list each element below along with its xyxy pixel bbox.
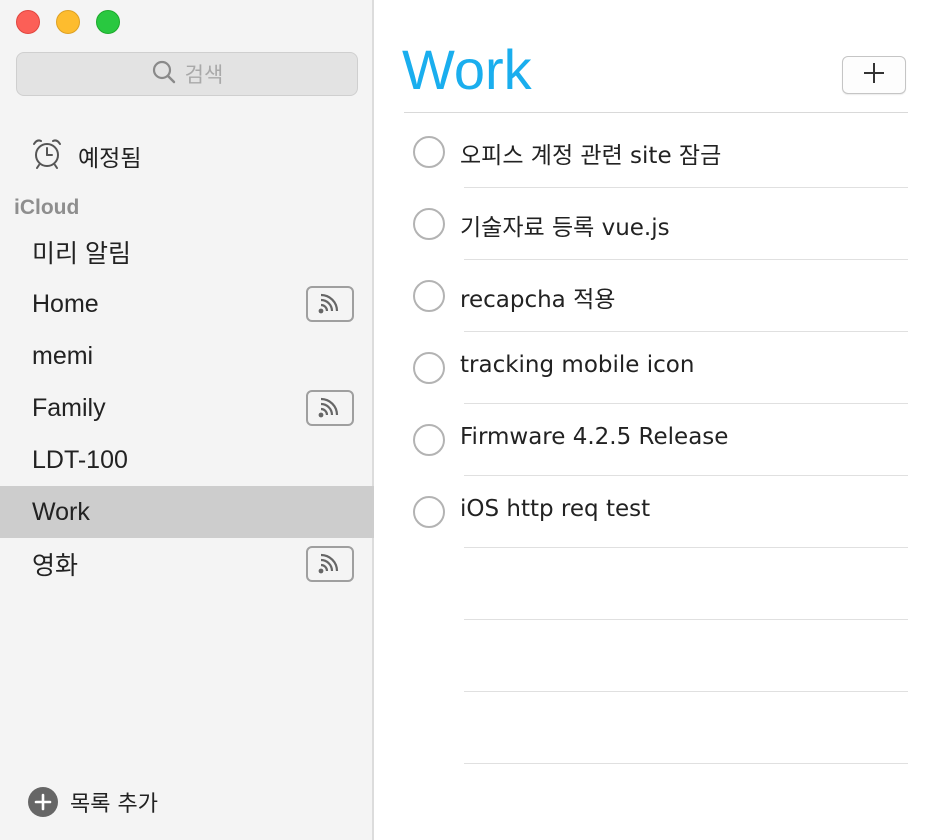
reminder-list: 오피스 계정 관련 site 잠금 기술자료 등록 vue.js recapch… — [376, 116, 936, 764]
reminder-item[interactable]: Firmware 4.2.5 Release — [376, 404, 936, 476]
reminder-lists: 미리 알림 Home memi Family LDT-100 Work 영화 — [0, 226, 374, 590]
sidebar-item-family[interactable]: Family — [0, 382, 374, 434]
shared-list-icon[interactable] — [306, 546, 354, 582]
sidebar-item-label: Work — [32, 497, 90, 526]
complete-checkbox[interactable] — [413, 208, 445, 240]
plus-icon — [863, 62, 885, 89]
plus-circle-icon — [28, 787, 58, 817]
complete-checkbox[interactable] — [413, 280, 445, 312]
maximize-window-button[interactable] — [96, 10, 120, 34]
reminder-text[interactable]: 오피스 계정 관련 site 잠금 — [460, 136, 721, 170]
sidebar-item-label: 영화 — [32, 552, 79, 580]
search-icon — [151, 59, 177, 90]
sidebar: 검색 예정됨 iCloud 미리 알림 Home memi Family LDT… — [0, 0, 374, 840]
search-placeholder: 검색 — [184, 63, 224, 87]
reminders-main: Work 오피스 계정 관련 site 잠금 기술자료 등록 vue.js re… — [376, 0, 936, 840]
sidebar-item-label: 미리 알림 — [32, 240, 131, 268]
search-field[interactable]: 검색 — [16, 52, 358, 96]
sidebar-item-ldt-100[interactable]: LDT-100 — [0, 434, 374, 486]
complete-checkbox[interactable] — [413, 424, 445, 456]
sidebar-item-movies[interactable]: 영화 — [0, 538, 374, 590]
shared-list-icon[interactable] — [306, 390, 354, 426]
reminder-item[interactable]: 오피스 계정 관련 site 잠금 — [376, 116, 936, 188]
sidebar-item-reminders[interactable]: 미리 알림 — [0, 226, 374, 278]
reminder-text[interactable]: recapcha 적용 — [460, 280, 615, 314]
empty-reminder-row[interactable] — [376, 548, 936, 620]
scheduled-label: 예정됨 — [78, 145, 142, 172]
sidebar-item-memi[interactable]: memi — [0, 330, 374, 382]
reminder-item[interactable]: 기술자료 등록 vue.js — [376, 188, 936, 260]
reminder-item[interactable]: recapcha 적용 — [376, 260, 936, 332]
alarm-clock-icon — [30, 136, 64, 175]
reminder-text[interactable]: Firmware 4.2.5 Release — [460, 424, 728, 450]
sidebar-item-work[interactable]: Work — [0, 486, 374, 538]
sidebar-item-label: memi — [32, 341, 94, 370]
reminder-text[interactable]: tracking mobile icon — [460, 352, 694, 378]
add-reminder-button[interactable] — [842, 56, 906, 94]
sidebar-item-home[interactable]: Home — [0, 278, 374, 330]
empty-reminder-row[interactable] — [376, 692, 936, 764]
empty-reminder-row[interactable] — [376, 620, 936, 692]
add-list-label: 목록 추가 — [70, 792, 158, 817]
minimize-window-button[interactable] — [56, 10, 80, 34]
section-header-icloud: iCloud — [14, 196, 80, 219]
sidebar-item-label: Family — [32, 393, 106, 422]
window-controls — [16, 10, 120, 34]
complete-checkbox[interactable] — [413, 496, 445, 528]
list-title: Work — [402, 38, 532, 101]
complete-checkbox[interactable] — [413, 136, 445, 168]
sidebar-item-label: LDT-100 — [32, 445, 128, 474]
shared-list-icon[interactable] — [306, 286, 354, 322]
reminder-item[interactable]: tracking mobile icon — [376, 332, 936, 404]
title-divider — [404, 112, 908, 113]
scheduled-list-item[interactable]: 예정됨 — [30, 136, 141, 175]
reminder-item[interactable]: iOS http req test — [376, 476, 936, 548]
complete-checkbox[interactable] — [413, 352, 445, 384]
reminder-text[interactable]: iOS http req test — [460, 496, 650, 522]
reminder-text[interactable]: 기술자료 등록 vue.js — [460, 208, 670, 242]
row-divider — [464, 763, 908, 764]
sidebar-item-label: Home — [32, 289, 99, 318]
close-window-button[interactable] — [16, 10, 40, 34]
add-list-button[interactable]: 목록 추가 — [28, 786, 158, 818]
